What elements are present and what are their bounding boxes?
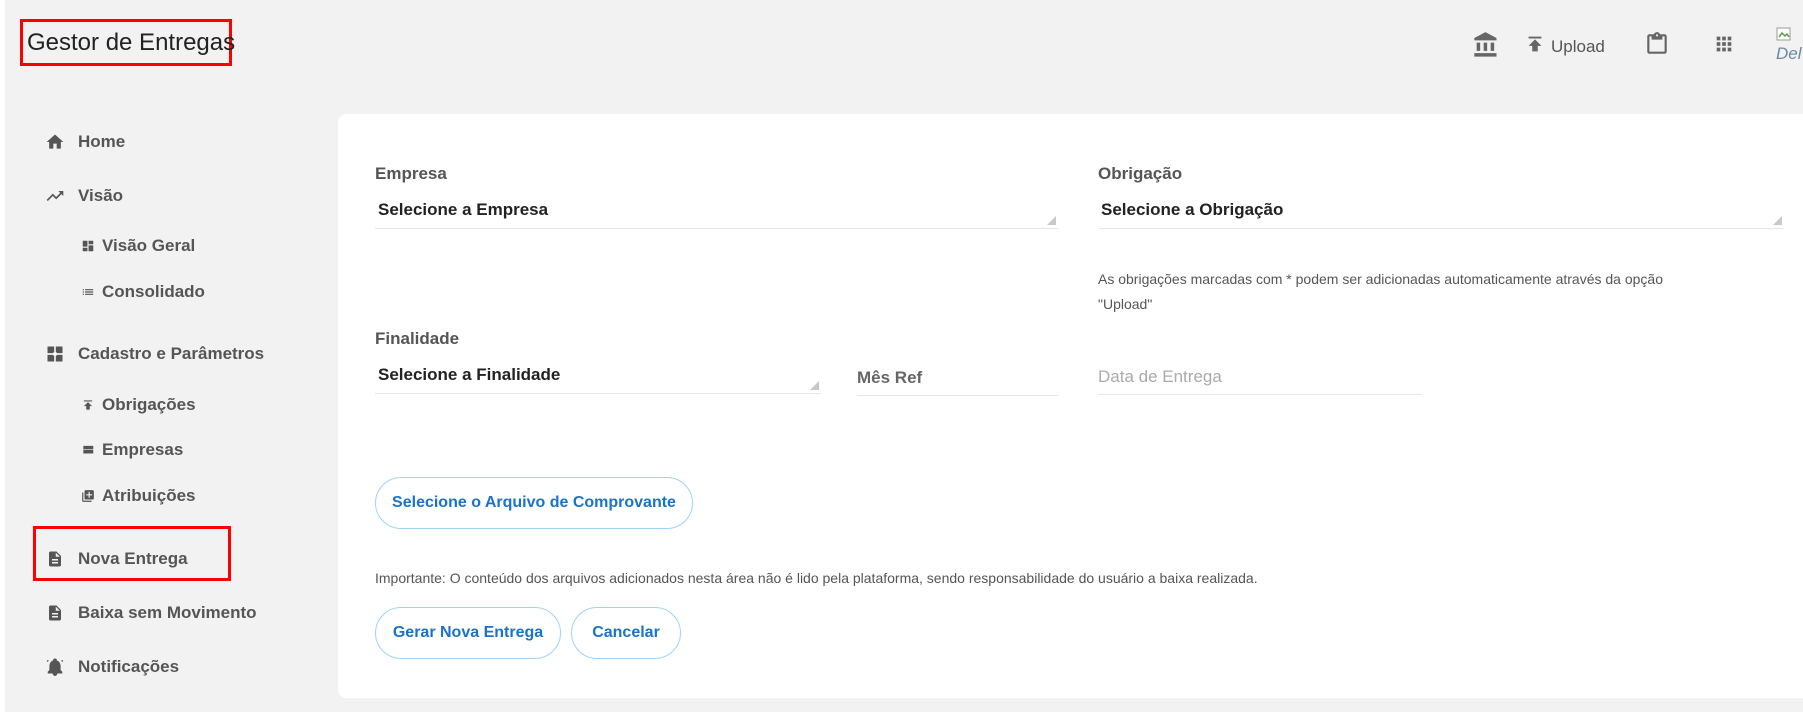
select-resize-corner-icon	[810, 381, 819, 390]
obrigacao-select-value: Selecione a Obrigação	[1101, 200, 1284, 219]
obrigacao-hint: As obrigações marcadas com * podem ser a…	[1098, 267, 1798, 317]
page-left-border	[0, 0, 5, 712]
cancel-button[interactable]: Cancelar	[571, 607, 681, 659]
sidebar-item-visao-geral[interactable]: Visão Geral	[80, 231, 195, 261]
nova-entrega-highlight-box	[33, 526, 231, 581]
bell-icon	[44, 656, 66, 678]
data-entrega-input[interactable]: Data de Entrega	[1098, 360, 1422, 395]
sidebar-item-atribuicoes[interactable]: Atribuições	[80, 481, 196, 511]
upload-small-icon	[80, 397, 96, 413]
sidebar-item-label: Visão Geral	[102, 236, 196, 255]
finalidade-select-value: Selecione a Finalidade	[378, 365, 561, 384]
obrigacao-select[interactable]: Selecione a Obrigação	[1098, 194, 1784, 229]
gerar-nova-entrega-button[interactable]: Gerar Nova Entrega	[375, 607, 561, 659]
sidebar-item-label: Cadastro e Parâmetros	[78, 344, 265, 363]
sidebar-item-label: Obrigações	[102, 395, 196, 414]
view-stream-icon	[80, 442, 96, 458]
home-icon	[44, 131, 66, 153]
sidebar-item-baixa-sem-movimento[interactable]: Baixa sem Movimento	[44, 598, 257, 628]
mes-ref-input[interactable]: Mês Ref	[857, 361, 1058, 396]
app-title: Gestor de Entregas	[20, 19, 236, 66]
select-resize-corner-icon	[1047, 216, 1056, 225]
apps-grid-icon[interactable]	[1713, 33, 1735, 55]
clipboard-icon[interactable]	[1644, 30, 1670, 58]
select-resize-corner-icon	[1773, 216, 1782, 225]
list-icon	[80, 284, 96, 300]
upload-button[interactable]: Upload	[1524, 31, 1605, 57]
importante-note: Importante: O conteúdo dos arquivos adic…	[375, 570, 1258, 586]
settings-box-icon	[44, 343, 66, 365]
dashboard-icon	[80, 238, 96, 254]
document-icon	[44, 602, 66, 624]
sidebar-item-label: Visão	[78, 186, 124, 205]
sidebar-item-home[interactable]: Home	[44, 127, 125, 157]
broken-image-icon	[1776, 27, 1791, 41]
user-avatar-broken-image[interactable]: Del	[1776, 26, 1803, 66]
upload-icon	[1528, 36, 1542, 52]
sidebar-item-empresas[interactable]: Empresas	[80, 435, 183, 465]
empresa-select[interactable]: Selecione a Empresa	[375, 194, 1058, 229]
obrigacao-hint-line2: "Upload"	[1098, 296, 1153, 312]
sidebar-item-obrigacoes[interactable]: Obrigações	[80, 390, 196, 420]
sidebar-item-consolidado[interactable]: Consolidado	[80, 277, 205, 307]
empresa-select-value: Selecione a Empresa	[378, 200, 549, 219]
mes-ref-placeholder: Mês Ref	[857, 368, 923, 387]
sidebar-item-label: Baixa sem Movimento	[78, 603, 257, 622]
obrigacao-hint-line1: As obrigações marcadas com * podem ser a…	[1098, 271, 1663, 287]
finalidade-label: Finalidade	[375, 329, 460, 348]
upload-label: Upload	[1551, 37, 1605, 56]
nova-entrega-form-card: Empresa Selecione a Empresa Obrigação Se…	[338, 114, 1803, 698]
sidebar-item-label: Notificações	[78, 657, 180, 676]
sidebar-item-label: Home	[78, 132, 126, 151]
sidebar-item-notificacoes[interactable]: Notificações	[44, 652, 179, 682]
sidebar-item-label: Empresas	[102, 440, 184, 459]
broken-image-alt: Del	[1776, 44, 1802, 63]
obrigacao-label: Obrigação	[1098, 164, 1183, 183]
sidebar-item-cadastro-parametros[interactable]: Cadastro e Parâmetros	[44, 339, 264, 369]
app-title-text: Gestor de Entregas	[27, 28, 236, 56]
sidebar-item-label: Atribuições	[102, 486, 196, 505]
trending-up-icon	[44, 185, 66, 207]
bank-icon[interactable]	[1472, 31, 1500, 59]
sidebar-item-label: Consolidado	[102, 282, 205, 301]
add-to-queue-icon	[80, 488, 96, 504]
data-entrega-placeholder: Data de Entrega	[1098, 367, 1222, 386]
sidebar-item-visao[interactable]: Visão	[44, 181, 123, 211]
finalidade-select[interactable]: Selecione a Finalidade	[375, 359, 821, 394]
select-file-button[interactable]: Selecione o Arquivo de Comprovante	[375, 477, 693, 529]
empresa-label: Empresa	[375, 164, 447, 183]
